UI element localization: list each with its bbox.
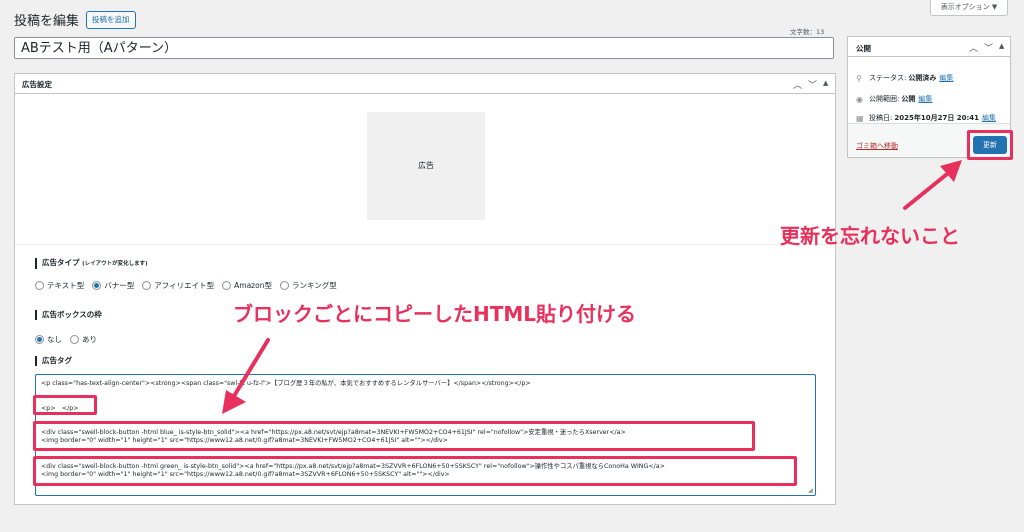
update-note: 更新を忘れないこと — [780, 224, 960, 248]
arrow-to-code — [222, 338, 270, 414]
arrow-to-update — [903, 160, 962, 210]
paste-note: ブロックごとにコピーしたHTML貼り付ける — [233, 302, 637, 326]
annotation-arrows — [222, 160, 962, 414]
